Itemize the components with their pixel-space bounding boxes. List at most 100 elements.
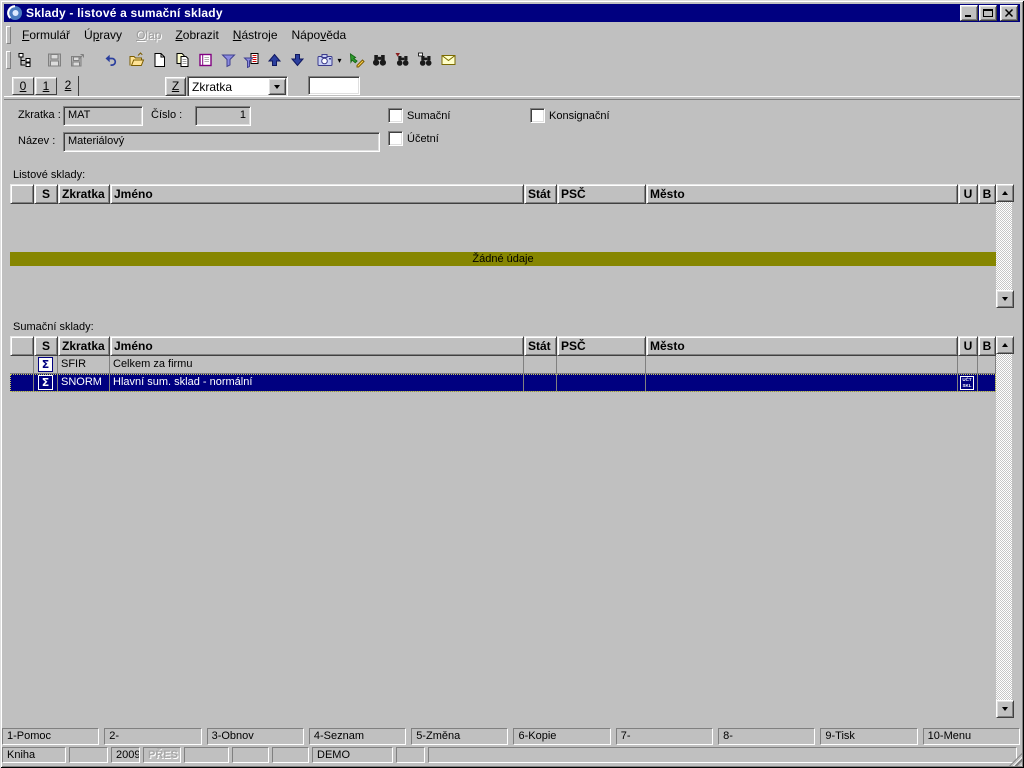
export-edit-icon[interactable] bbox=[346, 50, 367, 71]
column-header-u[interactable]: U bbox=[958, 336, 978, 356]
jmeno-cell: Celkem za firmu bbox=[110, 356, 524, 374]
fkey-7-[interactable]: 7- bbox=[616, 728, 713, 745]
fkey-10-menu[interactable]: 10-Menu bbox=[923, 728, 1020, 745]
stat-cell bbox=[524, 356, 557, 374]
column-header-zkratka[interactable]: Zkratka bbox=[58, 184, 110, 204]
status-panel-demo[interactable]: DEMO bbox=[312, 747, 393, 763]
column-header-město[interactable]: Město bbox=[646, 184, 958, 204]
leaf-vertical-scrollbar[interactable] bbox=[996, 184, 1012, 308]
column-header-psč[interactable]: PSČ bbox=[557, 184, 646, 204]
status-panel-2009[interactable]: 2009 bbox=[111, 747, 140, 763]
status-panel-empty-4[interactable] bbox=[184, 747, 229, 763]
save-as-icon[interactable] bbox=[67, 50, 88, 71]
menu-grip[interactable] bbox=[6, 26, 11, 44]
psc-cell bbox=[557, 356, 646, 374]
fkey-6-kopie[interactable]: 6-Kopie bbox=[513, 728, 610, 745]
toolbar-grip[interactable] bbox=[6, 51, 11, 69]
fkey-3-obnov[interactable]: 3-Obnov bbox=[207, 728, 304, 745]
column-header-b[interactable]: B bbox=[978, 184, 996, 204]
cislo-field[interactable]: 1 bbox=[195, 106, 251, 126]
fkey-2-[interactable]: 2- bbox=[104, 728, 201, 745]
copy-icon[interactable] bbox=[172, 50, 193, 71]
fkey-8-[interactable]: 8- bbox=[718, 728, 815, 745]
menu-formular[interactable]: Formulář bbox=[15, 25, 77, 45]
column-header-jméno[interactable]: Jméno bbox=[110, 336, 524, 356]
summary-vertical-scrollbar[interactable] bbox=[996, 336, 1012, 718]
fkey-5-zm-na[interactable]: 5-Změna bbox=[411, 728, 508, 745]
status-panel-empty-9[interactable] bbox=[428, 747, 1017, 763]
table-row-SFIR[interactable]: ΣSFIRCelkem za firmu bbox=[10, 356, 996, 374]
tab-0[interactable]: 0 bbox=[12, 77, 34, 95]
status-panel-přes[interactable]: PŘES bbox=[143, 747, 181, 763]
status-panel-empty-5[interactable] bbox=[232, 747, 269, 763]
scroll-down-button[interactable] bbox=[996, 700, 1014, 718]
application-window: Sklady - listové a sumační sklady Formul… bbox=[0, 0, 1024, 768]
column-header-u[interactable]: U bbox=[958, 184, 978, 204]
column-header-zkratka[interactable]: Zkratka bbox=[58, 336, 110, 356]
tab-filter-row: 012 Z Zkratka bbox=[4, 76, 1020, 97]
scroll-down-button[interactable] bbox=[996, 290, 1014, 308]
column-header-row-indicator[interactable] bbox=[10, 184, 34, 204]
status-panel-empty-1[interactable] bbox=[69, 747, 108, 763]
scroll-up-button[interactable] bbox=[996, 336, 1014, 354]
table-row-SNORM[interactable]: ΣSNORMHlavní sum. sklad - normálníUČTSKL bbox=[10, 374, 996, 392]
fkey-9-tisk[interactable]: 9-Tisk bbox=[820, 728, 917, 745]
open-icon[interactable] bbox=[126, 50, 147, 71]
field-selector-combobox[interactable]: Zkratka bbox=[187, 76, 288, 97]
mail-icon[interactable] bbox=[438, 50, 459, 71]
find-next-icon[interactable] bbox=[392, 50, 413, 71]
tab-1[interactable]: 1 bbox=[35, 77, 57, 95]
camera-icon[interactable] bbox=[314, 50, 335, 71]
filter-icon[interactable] bbox=[218, 50, 239, 71]
z-filter-button[interactable]: Z bbox=[165, 77, 186, 96]
column-header-s[interactable]: S bbox=[34, 336, 58, 356]
combobox-dropdown-button[interactable] bbox=[268, 78, 286, 95]
move-down-icon[interactable] bbox=[287, 50, 308, 71]
column-header-jméno[interactable]: Jméno bbox=[110, 184, 524, 204]
mesto-cell bbox=[646, 374, 958, 392]
notebook-icon[interactable] bbox=[195, 50, 216, 71]
undo-icon[interactable] bbox=[100, 50, 121, 71]
column-header-stát[interactable]: Stát bbox=[524, 336, 557, 356]
sigma-icon: Σ bbox=[38, 375, 53, 390]
column-header-s[interactable]: S bbox=[34, 184, 58, 204]
status-panel-empty-6[interactable] bbox=[272, 747, 309, 763]
tree-view-icon[interactable] bbox=[15, 50, 36, 71]
fkey-4-seznam[interactable]: 4-Seznam bbox=[309, 728, 406, 745]
app-icon[interactable] bbox=[7, 5, 23, 21]
column-header-město[interactable]: Město bbox=[646, 336, 958, 356]
summary-table-body[interactable]: ΣSFIRCelkem za firmuΣSNORMHlavní sum. sk… bbox=[10, 356, 996, 718]
tab-2[interactable]: 2 bbox=[58, 76, 78, 96]
camera-dropdown-arrow[interactable]: ▾ bbox=[335, 56, 344, 65]
status-panel-kniha[interactable]: Kniha bbox=[2, 747, 66, 763]
move-up-icon[interactable] bbox=[264, 50, 285, 71]
column-header-row-indicator[interactable] bbox=[10, 336, 34, 356]
nazev-field[interactable]: Materiálový bbox=[63, 132, 380, 152]
checkbox-ucetni[interactable] bbox=[388, 131, 403, 146]
minimize-button[interactable] bbox=[960, 5, 978, 21]
column-header-psč[interactable]: PSČ bbox=[557, 336, 646, 356]
column-header-b[interactable]: B bbox=[978, 336, 996, 356]
menu-zobrazit[interactable]: Zobrazit bbox=[168, 25, 225, 45]
maximize-button[interactable] bbox=[979, 5, 997, 21]
fkey-1-pomoc[interactable]: 1-Pomoc bbox=[2, 728, 99, 745]
save-icon[interactable] bbox=[44, 50, 65, 71]
column-header-stát[interactable]: Stát bbox=[524, 184, 557, 204]
find-icon[interactable] bbox=[369, 50, 390, 71]
new-document-icon[interactable] bbox=[149, 50, 170, 71]
checkbox-sumacni[interactable] bbox=[388, 108, 403, 123]
menu-upravy[interactable]: Úpravy bbox=[77, 25, 129, 45]
scroll-up-button[interactable] bbox=[996, 184, 1014, 202]
zkratka-field[interactable]: MAT bbox=[63, 106, 143, 126]
menu-nastroje[interactable]: Nástroje bbox=[226, 25, 285, 45]
arrow-down-icon bbox=[1002, 297, 1008, 304]
filter-list-icon[interactable] bbox=[241, 50, 262, 71]
close-button[interactable] bbox=[1000, 5, 1018, 21]
menu-napoveda[interactable]: Nápověda bbox=[285, 25, 354, 45]
search-input[interactable] bbox=[308, 76, 360, 95]
arrow-up-icon bbox=[1002, 340, 1008, 347]
find-prev-icon[interactable] bbox=[415, 50, 436, 71]
status-panel-empty-8[interactable] bbox=[396, 747, 425, 763]
menu-olap[interactable]: Olap bbox=[129, 25, 168, 45]
checkbox-konsignacni[interactable] bbox=[530, 108, 545, 123]
